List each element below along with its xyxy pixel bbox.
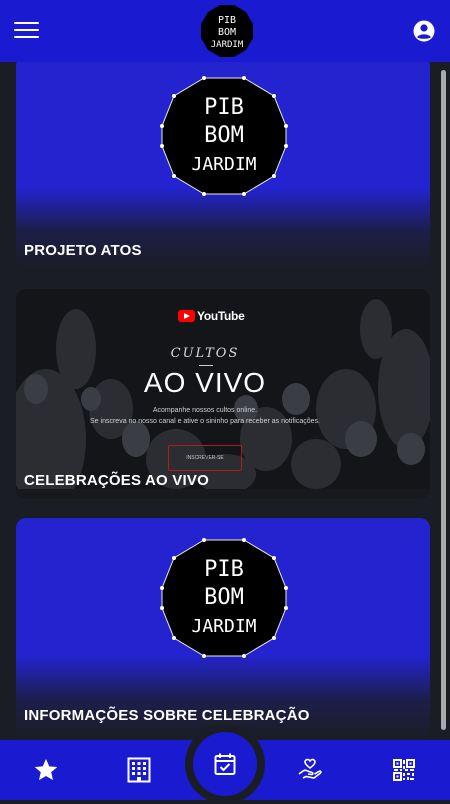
youtube-logo: YouTube: [178, 309, 245, 323]
logo-line-1: PIB: [204, 557, 244, 582]
logo-line-1: PIB: [218, 15, 236, 26]
content-feed[interactable]: PIB BOM JARDIM PROJETO ATOS YouTube CULT…: [0, 62, 450, 740]
scrollbar[interactable]: [441, 70, 446, 730]
pib-bom-jardim-logo: PIB BOM JARDIM: [201, 5, 253, 57]
card-title: CELEBRAÇÕES AO VIVO: [24, 472, 209, 489]
logo-line-3: JARDIM: [191, 616, 256, 637]
qr-code-icon: [393, 759, 415, 781]
card-informacoes-celebracao[interactable]: PIB BOM JARDIM INFORMAÇÕES SOBRE CELEBRA…: [16, 518, 430, 740]
star-icon: [34, 758, 58, 781]
youtube-play-icon: [178, 310, 195, 322]
nav-church-button[interactable]: [109, 740, 169, 800]
logo-line-2: BOM: [204, 585, 244, 610]
pib-bom-jardim-logo: PIB BOM JARDIM: [160, 76, 288, 196]
logo-line-3: JARDIM: [211, 40, 244, 50]
nav-favorites-button[interactable]: [16, 740, 76, 800]
bottom-navigation: [0, 724, 450, 804]
card-celebracoes-ao-vivo[interactable]: YouTube CULTOS AO VIVO Acompanhe nossos …: [16, 289, 430, 499]
banner-divider: [199, 365, 213, 366]
logo-line-1: PIB: [204, 95, 244, 120]
calendar-check-icon: [214, 753, 236, 775]
nav-calendar-button[interactable]: [193, 732, 257, 796]
logo-line-3: JARDIM: [191, 154, 256, 175]
card-title: INFORMAÇÕES SOBRE CELEBRAÇÃO: [24, 707, 310, 724]
card-projeto-atos[interactable]: PIB BOM JARDIM PROJETO ATOS: [16, 62, 430, 269]
building-icon: [127, 757, 151, 783]
heart-hand-icon: [298, 758, 322, 779]
hamburger-menu-icon[interactable]: [14, 22, 39, 40]
card-title: PROJETO ATOS: [24, 242, 142, 259]
nav-donations-button[interactable]: [280, 740, 340, 800]
account-circle-icon[interactable]: [413, 20, 435, 42]
nav-center-ring: [185, 724, 265, 804]
banner-heading: AO VIVO: [143, 367, 267, 398]
youtube-wordmark: YouTube: [197, 309, 245, 323]
pib-bom-jardim-logo: PIB BOM JARDIM: [160, 538, 288, 658]
banner-cultos: CULTOS: [170, 346, 240, 361]
banner-text-line-1: Acompanhe nossos cultos online.: [152, 407, 258, 414]
top-app-bar: PIB BOM JARDIM: [0, 0, 450, 62]
logo-line-2: BOM: [218, 27, 236, 38]
nav-qrcode-button[interactable]: [374, 740, 434, 800]
logo-line-2: BOM: [204, 123, 244, 148]
subscribe-button[interactable]: INSCREVER-SE: [168, 445, 242, 471]
banner-text-line-2: Se inscreva no nosso canal e ative o sin…: [90, 418, 320, 425]
